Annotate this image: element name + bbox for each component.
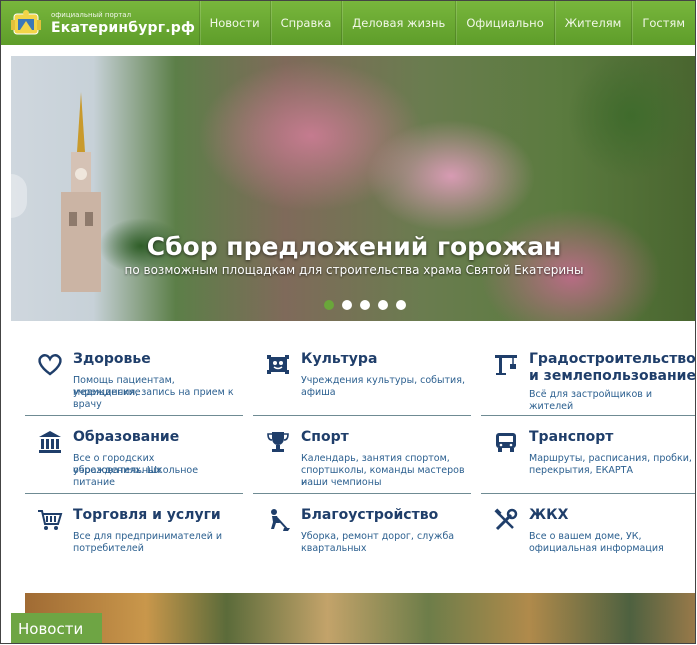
category-health[interactable]: Здоровье Помощь пациентам, медицинские у… [25, 337, 243, 415]
category-title: Транспорт [529, 429, 614, 445]
slider-dot-1[interactable] [324, 300, 334, 310]
category-housing[interactable]: ЖКХ Все о вашем доме, УК, официальная ин… [481, 493, 695, 571]
category-title: ЖКХ [529, 507, 569, 523]
category-desc: афиша [301, 387, 336, 398]
logo-caption: официальный портал [51, 10, 132, 19]
site-logo[interactable]: официальный портал Екатеринбург.рф [1, 8, 199, 38]
category-title: Торговля и услуги [73, 507, 221, 523]
tools-icon [494, 508, 518, 531]
institution-icon [39, 431, 61, 453]
category-desc: учреждения, запись на прием к [73, 387, 234, 398]
category-desc: квартальных [301, 543, 367, 554]
crane-icon [495, 355, 517, 375]
category-culture[interactable]: Культура Учреждения культуры, события, а… [253, 337, 471, 415]
bus-icon [496, 433, 516, 452]
category-desc: потребителей [73, 543, 144, 554]
category-title-line2: и землепользование [529, 368, 696, 384]
nav-item-news[interactable]: Новости [198, 1, 270, 45]
category-title: Здоровье [73, 351, 151, 367]
category-education[interactable]: Образование Все о городских образователь… [25, 415, 243, 493]
cart-icon [38, 510, 63, 530]
slider-dot-2[interactable] [342, 300, 352, 310]
nav-item-business[interactable]: Деловая жизнь [341, 1, 455, 45]
category-desc: Все о вашем доме, УК, [529, 531, 642, 542]
category-desc: Уборка, ремонт дорог, служба [301, 531, 455, 542]
category-desc: Все для предпринимателей и [73, 531, 223, 542]
category-title: Благоустройство [301, 507, 439, 523]
slider-prev-button[interactable] [11, 174, 27, 218]
tower-image [61, 92, 101, 292]
category-desc: перекрытия, ЕКАРТА [529, 465, 633, 476]
category-desc: учреждениях. Школьное питание [73, 465, 199, 488]
site-header: официальный портал Екатеринбург.рф Новос… [1, 1, 695, 45]
theatre-icon [267, 355, 289, 374]
nav-item-guests[interactable]: Гостям [631, 1, 695, 45]
category-desc: официальная информация [529, 543, 664, 554]
worker-icon [271, 509, 290, 531]
slider-dot-3[interactable] [360, 300, 370, 310]
category-title: Образование [73, 429, 180, 445]
hero-subtitle: по возможным площадкам для строительства… [124, 263, 584, 277]
slider-dot-5[interactable] [396, 300, 406, 310]
logo-title: Екатеринбург.рф [51, 19, 196, 36]
slider-dots [324, 300, 406, 310]
category-improvement[interactable]: Благоустройство Уборка, ремонт дорог, сл… [253, 493, 471, 571]
category-desc: наши чемпионы [301, 477, 382, 488]
news-tab[interactable]: Новости [11, 613, 102, 643]
category-desc: Всё для застройщиков и жителей [529, 389, 653, 412]
page-frame: официальный портал Екатеринбург.рф Новос… [0, 0, 696, 644]
trophy-icon [267, 432, 289, 452]
category-transport[interactable]: Транспорт Маршруты, расписания, пробки, … [481, 415, 695, 493]
hero-title: Сбор предложений горожан [146, 232, 562, 261]
city-crest-icon [11, 10, 41, 35]
category-desc: Учреждения культуры, события, [301, 375, 465, 386]
category-title: Спорт [301, 429, 349, 445]
category-desc: врачу [73, 399, 102, 410]
category-trade[interactable]: Торговля и услуги Все для предпринимател… [25, 493, 243, 571]
category-sport[interactable]: Спорт Календарь, занятия спортом, спортш… [253, 415, 471, 493]
category-title: Культура [301, 351, 378, 367]
nav-item-official[interactable]: Официально [455, 1, 553, 45]
nav-item-help[interactable]: Справка [269, 1, 342, 45]
category-desc: Маршруты, расписания, пробки, [529, 453, 692, 464]
category-desc: Календарь, занятия спортом, [301, 453, 450, 464]
heart-icon [38, 354, 62, 376]
news-image-strip [25, 593, 695, 643]
hero-slider[interactable]: Сбор предложений горожан по возможным пл… [11, 56, 695, 321]
main-nav: Новости Справка Деловая жизнь Официально… [198, 1, 695, 45]
category-title: Градостроительство [529, 351, 696, 367]
category-urban-planning[interactable]: Градостроительство и землепользование Вс… [481, 337, 696, 415]
nav-item-residents[interactable]: Жителям [553, 1, 632, 45]
slider-dot-4[interactable] [378, 300, 388, 310]
